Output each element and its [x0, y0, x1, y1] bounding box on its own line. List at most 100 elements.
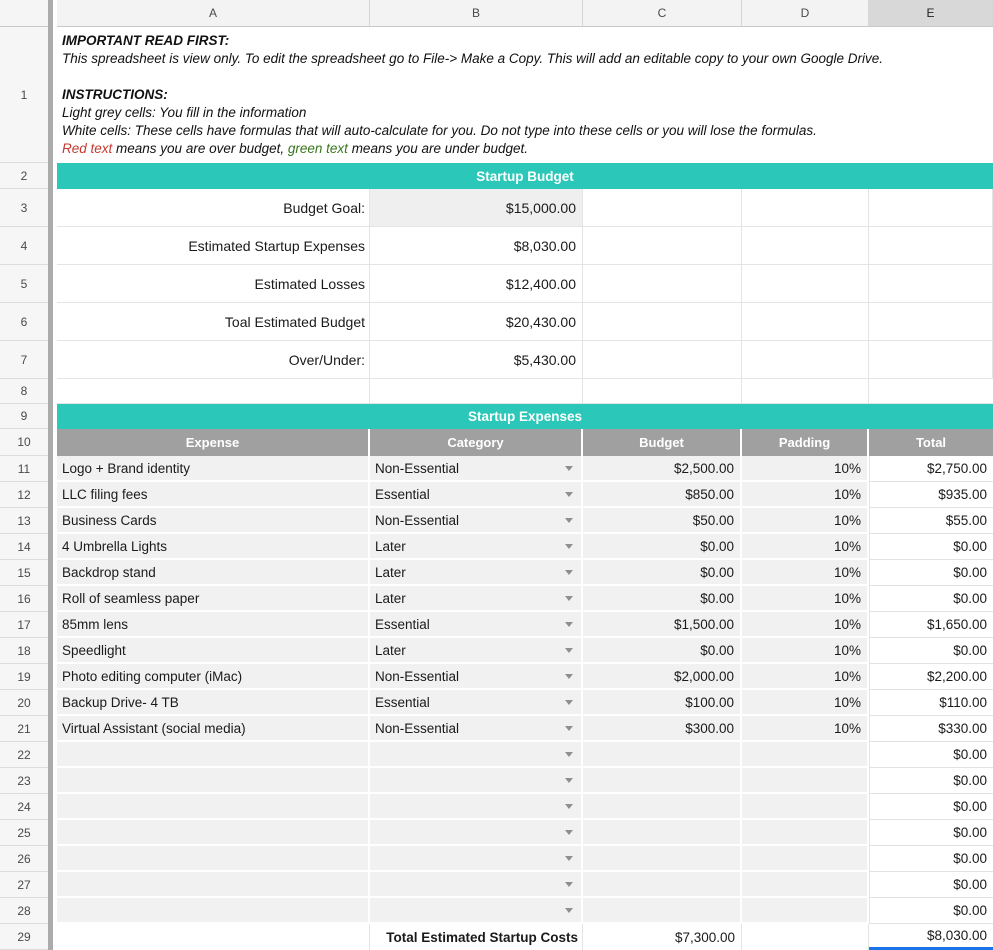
column-header-a[interactable]: A: [57, 0, 370, 27]
total-cell[interactable]: $0.00: [869, 794, 993, 820]
row-number[interactable]: 18: [0, 638, 48, 664]
dropdown-arrow-icon[interactable]: [565, 778, 573, 783]
expense-name-cell[interactable]: [57, 820, 370, 846]
row-number[interactable]: 15: [0, 560, 48, 586]
empty-cell[interactable]: [869, 227, 993, 265]
expense-name-cell[interactable]: [57, 742, 370, 768]
column-header-c[interactable]: C: [583, 0, 742, 27]
total-cell[interactable]: $0.00: [869, 742, 993, 768]
dropdown-arrow-icon[interactable]: [565, 908, 573, 913]
budget-amount-cell[interactable]: $1,500.00: [583, 612, 742, 638]
empty-cell[interactable]: [583, 303, 742, 341]
expense-name-cell[interactable]: [57, 768, 370, 794]
padding-cell[interactable]: 10%: [742, 534, 869, 560]
row-number[interactable]: 8: [0, 379, 48, 404]
dropdown-arrow-icon[interactable]: [565, 726, 573, 731]
dropdown-arrow-icon[interactable]: [565, 544, 573, 549]
dropdown-arrow-icon[interactable]: [565, 674, 573, 679]
expense-name-cell[interactable]: [57, 846, 370, 872]
row-number[interactable]: 23: [0, 768, 48, 794]
category-cell[interactable]: Later: [370, 560, 583, 586]
row-number[interactable]: 29: [0, 924, 48, 950]
header-cell-budget[interactable]: Budget: [583, 429, 742, 456]
total-cell[interactable]: $0.00: [869, 872, 993, 898]
category-cell[interactable]: Non-Essential: [370, 716, 583, 742]
empty-cell[interactable]: [57, 924, 370, 950]
empty-cell[interactable]: [57, 379, 370, 404]
padding-cell[interactable]: 10%: [742, 560, 869, 586]
budget-amount-cell[interactable]: [583, 742, 742, 768]
startup-budget-banner[interactable]: Startup Budget: [57, 163, 993, 189]
category-cell[interactable]: Essential: [370, 690, 583, 716]
expense-name-cell[interactable]: 85mm lens: [57, 612, 370, 638]
category-cell[interactable]: Later: [370, 586, 583, 612]
total-cell[interactable]: $0.00: [869, 560, 993, 586]
column-header-b[interactable]: B: [370, 0, 583, 27]
row-number[interactable]: 13: [0, 508, 48, 534]
empty-cell[interactable]: [869, 303, 993, 341]
category-cell[interactable]: Non-Essential: [370, 508, 583, 534]
budget-amount-cell[interactable]: $2,500.00: [583, 456, 742, 482]
empty-cell[interactable]: [742, 227, 869, 265]
budget-label-cell[interactable]: Budget Goal:: [57, 189, 370, 227]
empty-cell[interactable]: [583, 265, 742, 303]
expense-name-cell[interactable]: Business Cards: [57, 508, 370, 534]
total-cell[interactable]: $0.00: [869, 586, 993, 612]
category-cell[interactable]: [370, 872, 583, 898]
category-cell[interactable]: [370, 742, 583, 768]
padding-cell[interactable]: [742, 898, 869, 924]
expense-name-cell[interactable]: Speedlight: [57, 638, 370, 664]
header-cell-padding[interactable]: Padding: [742, 429, 869, 456]
column-header-d[interactable]: D: [742, 0, 869, 27]
empty-cell[interactable]: [583, 227, 742, 265]
padding-cell[interactable]: 10%: [742, 586, 869, 612]
category-cell[interactable]: Later: [370, 534, 583, 560]
padding-cell[interactable]: 10%: [742, 716, 869, 742]
empty-cell[interactable]: [742, 189, 869, 227]
column-header-e-selected[interactable]: E: [869, 0, 993, 27]
category-cell[interactable]: Essential: [370, 482, 583, 508]
empty-cell[interactable]: [742, 341, 869, 379]
budget-amount-cell[interactable]: $0.00: [583, 534, 742, 560]
category-cell[interactable]: [370, 898, 583, 924]
category-cell[interactable]: Essential: [370, 612, 583, 638]
expense-name-cell[interactable]: [57, 794, 370, 820]
total-cell[interactable]: $2,750.00: [869, 456, 993, 482]
category-cell[interactable]: [370, 820, 583, 846]
budget-amount-cell[interactable]: [583, 820, 742, 846]
total-cell[interactable]: $0.00: [869, 638, 993, 664]
empty-cell[interactable]: [742, 303, 869, 341]
dropdown-arrow-icon[interactable]: [565, 700, 573, 705]
expense-name-cell[interactable]: [57, 898, 370, 924]
empty-cell[interactable]: [869, 265, 993, 303]
row-number[interactable]: 10: [0, 429, 48, 456]
dropdown-arrow-icon[interactable]: [565, 596, 573, 601]
header-cell-total[interactable]: Total: [869, 429, 993, 456]
budget-amount-cell[interactable]: $100.00: [583, 690, 742, 716]
budget-value-cell[interactable]: $12,400.00: [370, 265, 583, 303]
empty-cell[interactable]: [742, 379, 869, 404]
padding-cell[interactable]: [742, 742, 869, 768]
padding-cell[interactable]: 10%: [742, 612, 869, 638]
row-number[interactable]: 4: [0, 227, 48, 265]
budget-label-cell[interactable]: Estimated Losses: [57, 265, 370, 303]
budget-amount-cell[interactable]: [583, 898, 742, 924]
row-number[interactable]: 12: [0, 482, 48, 508]
total-cell[interactable]: $935.00: [869, 482, 993, 508]
budget-amount-cell[interactable]: [583, 872, 742, 898]
dropdown-arrow-icon[interactable]: [565, 492, 573, 497]
empty-cell[interactable]: [583, 341, 742, 379]
dropdown-arrow-icon[interactable]: [565, 622, 573, 627]
budget-amount-cell[interactable]: $0.00: [583, 586, 742, 612]
empty-cell[interactable]: [370, 379, 583, 404]
empty-cell[interactable]: [869, 341, 993, 379]
budget-value-cell[interactable]: $5,430.00: [370, 341, 583, 379]
row-number[interactable]: 19: [0, 664, 48, 690]
padding-cell[interactable]: 10%: [742, 482, 869, 508]
empty-cell[interactable]: [742, 265, 869, 303]
dropdown-arrow-icon[interactable]: [565, 466, 573, 471]
total-cell[interactable]: $2,200.00: [869, 664, 993, 690]
padding-cell[interactable]: 10%: [742, 690, 869, 716]
dropdown-arrow-icon[interactable]: [565, 856, 573, 861]
row-number[interactable]: 6: [0, 303, 48, 341]
